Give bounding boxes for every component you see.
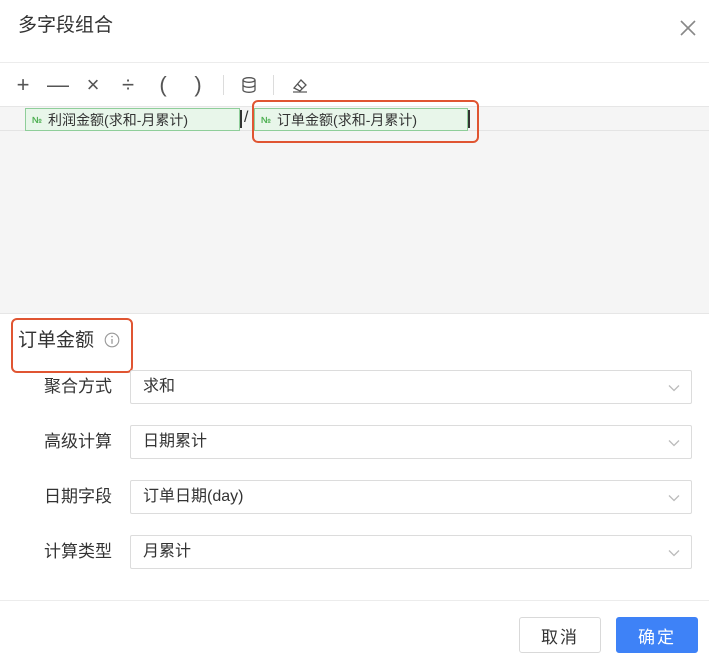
dialog-title: 多字段组合 xyxy=(18,15,114,36)
calc-type-select[interactable]: 月累计 xyxy=(130,535,692,569)
select-value: 月累计 xyxy=(143,543,192,560)
date-field-select[interactable]: 订单日期(day) xyxy=(130,480,692,514)
toolbar-divider xyxy=(223,75,224,95)
close-icon[interactable] xyxy=(676,16,700,40)
advanced-calc-select[interactable]: 日期累计 xyxy=(130,425,692,459)
field-tag-profit-amount[interactable]: № 利润金额(求和-月累计) xyxy=(25,108,240,131)
number-type-icon: № xyxy=(32,114,43,125)
database-icon[interactable] xyxy=(236,71,262,99)
field-tag-label: 利润金额(求和-月累计) xyxy=(48,111,189,128)
chevron-down-icon xyxy=(668,495,680,502)
dialog-header: 多字段组合 xyxy=(0,0,709,56)
field-tag-label: 订单金额(求和-月累计) xyxy=(277,111,418,128)
chevron-down-icon xyxy=(668,385,680,392)
text-caret xyxy=(468,110,470,128)
toolbar-divider xyxy=(273,75,274,95)
info-icon[interactable] xyxy=(104,332,120,348)
multiply-operator-button[interactable]: × xyxy=(80,71,106,99)
field-tag-order-amount[interactable]: № 订单金额(求和-月累计) xyxy=(254,108,468,131)
number-type-icon: № xyxy=(261,114,272,125)
dialog-footer: 取消 确定 xyxy=(0,600,709,664)
formula-operator: / xyxy=(244,109,249,126)
aggregation-label: 聚合方式 xyxy=(44,377,112,396)
field-detail-title: 订单金额 xyxy=(18,330,95,351)
multi-field-combine-dialog: 多字段组合 + — × ÷ ( ) № 利润金额(求和-月累计) / № 订单金… xyxy=(0,0,709,664)
text-caret xyxy=(240,110,242,128)
close-paren-button[interactable]: ) xyxy=(185,71,211,99)
formula-toolbar: + — × ÷ ( ) xyxy=(0,62,709,106)
formula-editor[interactable]: № 利润金额(求和-月累计) / № 订单金额(求和-月累计) xyxy=(0,106,709,314)
select-value: 日期累计 xyxy=(143,433,208,450)
open-paren-button[interactable]: ( xyxy=(150,71,176,99)
chevron-down-icon xyxy=(668,550,680,557)
cancel-button[interactable]: 取消 xyxy=(519,617,601,653)
eraser-icon[interactable] xyxy=(287,71,313,99)
subtract-operator-button[interactable]: — xyxy=(45,71,71,99)
date-field-label: 日期字段 xyxy=(44,487,112,506)
chevron-down-icon xyxy=(668,440,680,447)
select-value: 求和 xyxy=(143,378,176,395)
advanced-calc-label: 高级计算 xyxy=(44,432,112,451)
calc-type-label: 计算类型 xyxy=(44,542,112,561)
select-value: 订单日期(day) xyxy=(143,488,244,505)
add-operator-button[interactable]: + xyxy=(10,71,36,99)
divide-operator-button[interactable]: ÷ xyxy=(115,71,141,99)
confirm-button[interactable]: 确定 xyxy=(616,617,698,653)
aggregation-select[interactable]: 求和 xyxy=(130,370,692,404)
